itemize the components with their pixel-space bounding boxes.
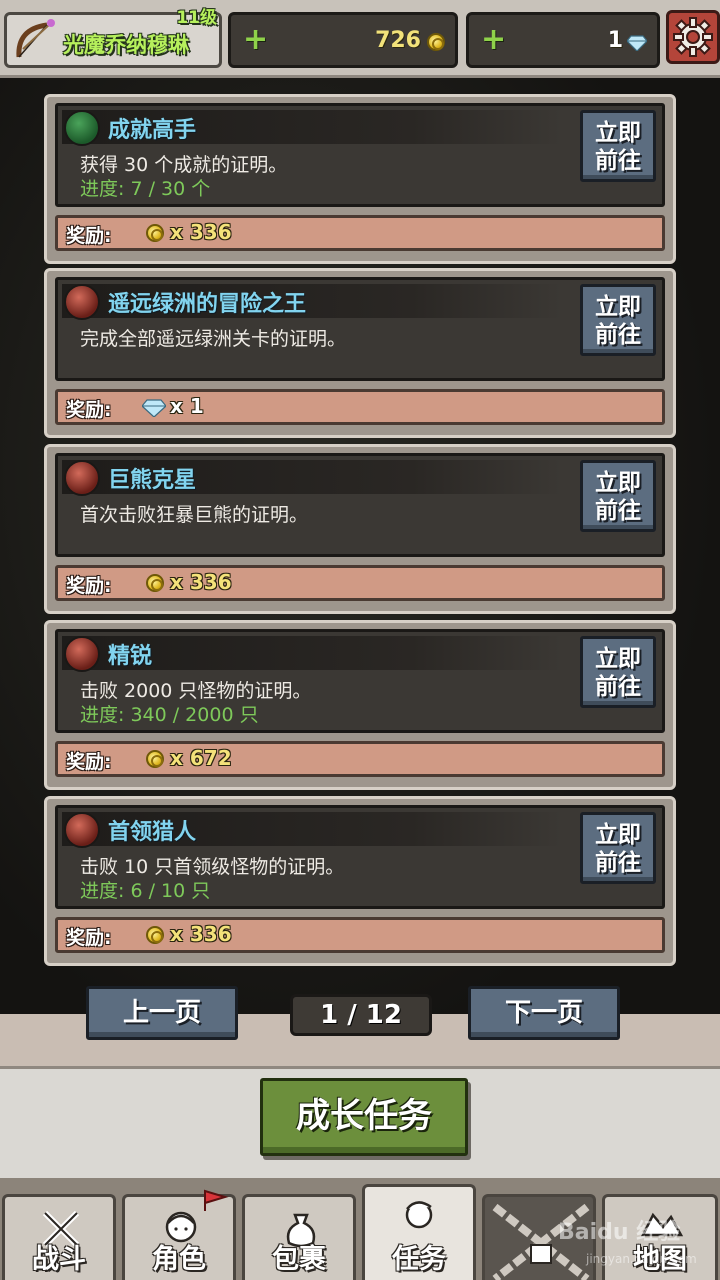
go-now-button[interactable]: 立即 前往 bbox=[580, 812, 656, 884]
gold-coin-icon bbox=[146, 224, 164, 242]
tab-battle[interactable]: 战斗 bbox=[2, 1194, 116, 1280]
quest-description: 击败 10 只首领级怪物的证明。 bbox=[80, 856, 345, 878]
reward-value: x 336 bbox=[170, 570, 232, 594]
gold-coin-icon bbox=[146, 750, 164, 768]
sword-icon bbox=[64, 284, 100, 320]
add-gold-icon[interactable]: + bbox=[243, 25, 268, 55]
go-now-button[interactable]: 立即 前往 bbox=[580, 110, 656, 182]
reward-label: 奖励: bbox=[66, 927, 112, 949]
quest-description: 首次击败狂暴巨熊的证明。 bbox=[80, 504, 309, 526]
tab-quest[interactable]: 任务 bbox=[362, 1184, 476, 1280]
quest-card: 遥远绿洲的冒险之王 完成全部遥远绿洲关卡的证明。 立即 前往 奖励: x 1 bbox=[44, 268, 676, 438]
quest-title: 成就高手 bbox=[108, 118, 197, 143]
go-label-line2: 前往 bbox=[595, 322, 641, 348]
tab-label: 角色 bbox=[152, 1244, 206, 1275]
gem-icon bbox=[142, 399, 166, 417]
quest-title: 巨熊克星 bbox=[108, 468, 197, 493]
quest-icon bbox=[405, 1201, 433, 1229]
go-label-line1: 立即 bbox=[595, 294, 641, 320]
watermark-text: Baidu 经验 bbox=[558, 1220, 681, 1245]
quest-card: 成就高手 获得 30 个成就的证明。 进度: 7 / 30 个 立即 前往 奖励:… bbox=[44, 94, 676, 264]
go-label-line1: 立即 bbox=[595, 470, 641, 496]
quest-title: 精锐 bbox=[108, 644, 153, 669]
go-label-line2: 前往 bbox=[595, 674, 641, 700]
top-bar: 光魔乔纳穆琳 11级 + 726 + 1 bbox=[0, 0, 720, 78]
quest-description: 击败 2000 只怪物的证明。 bbox=[80, 680, 312, 702]
gold-coin-icon bbox=[146, 926, 164, 944]
go-label-line1: 立即 bbox=[595, 120, 641, 146]
reward-label: 奖励: bbox=[66, 575, 112, 597]
settings-button[interactable] bbox=[666, 10, 720, 64]
gold-coin-icon bbox=[146, 574, 164, 592]
reward-label: 奖励: bbox=[66, 225, 112, 247]
sword-icon bbox=[64, 460, 100, 496]
quest-card: 巨熊克星 首次击败狂暴巨熊的证明。 立即 前往 奖励: x 336 bbox=[44, 444, 676, 614]
tab-label: 战斗 bbox=[32, 1244, 86, 1275]
quest-body: 精锐 击败 2000 只怪物的证明。 进度: 340 / 2000 只 立即 前往 bbox=[55, 629, 665, 733]
sword-icon bbox=[64, 812, 100, 848]
quest-body: 成就高手 获得 30 个成就的证明。 进度: 7 / 30 个 立即 前往 bbox=[55, 103, 665, 207]
go-label-line2: 前往 bbox=[595, 148, 641, 174]
gem-value: 1 bbox=[607, 28, 623, 53]
gold-currency[interactable]: + 726 bbox=[228, 12, 458, 68]
reward-value: x 336 bbox=[170, 220, 232, 244]
quest-card: 精锐 击败 2000 只怪物的证明。 进度: 340 / 2000 只 立即 前往… bbox=[44, 620, 676, 790]
quest-description: 完成全部遥远绿洲关卡的证明。 bbox=[80, 328, 347, 350]
alert-flag-icon bbox=[204, 1189, 229, 1211]
go-label-line2: 前往 bbox=[595, 498, 641, 524]
gem-icon bbox=[627, 35, 647, 51]
page-indicator: 1 / 12 bbox=[290, 994, 432, 1036]
quest-progress: 进度: 340 / 2000 只 bbox=[80, 704, 259, 726]
quest-card: 首领猎人 击败 10 只首领级怪物的证明。 进度: 6 / 10 只 立即 前往 … bbox=[44, 796, 676, 966]
quest-body: 巨熊克星 首次击败狂暴巨熊的证明。 立即 前往 bbox=[55, 453, 665, 557]
tab-label: 任务 bbox=[392, 1244, 446, 1275]
reward-bar: 奖励: x 336 bbox=[55, 565, 665, 601]
quest-title: 首领猎人 bbox=[108, 820, 197, 845]
quest-description: 获得 30 个成就的证明。 bbox=[80, 154, 288, 176]
quest-body: 首领猎人 击败 10 只首领级怪物的证明。 进度: 6 / 10 只 立即 前往 bbox=[55, 805, 665, 909]
gem-currency[interactable]: + 1 bbox=[466, 12, 660, 68]
reward-value: x 672 bbox=[170, 746, 232, 770]
quest-title: 遥远绿洲的冒险之王 bbox=[108, 292, 307, 317]
player-name: 光魔乔纳穆琳 bbox=[63, 33, 189, 57]
reward-label: 奖励: bbox=[66, 751, 112, 773]
gold-coin-icon bbox=[427, 33, 445, 51]
reward-value: x 336 bbox=[170, 922, 232, 946]
prev-page-button[interactable]: 上一页 bbox=[86, 986, 238, 1040]
next-page-button[interactable]: 下一页 bbox=[468, 986, 620, 1040]
reward-bar: 奖励: x 336 bbox=[55, 215, 665, 251]
quest-progress: 进度: 6 / 10 只 bbox=[80, 880, 211, 902]
quest-body: 遥远绿洲的冒险之王 完成全部遥远绿洲关卡的证明。 立即 前往 bbox=[55, 277, 665, 381]
player-panel[interactable]: 光魔乔纳穆琳 11级 bbox=[4, 8, 222, 68]
go-label-line1: 立即 bbox=[595, 822, 641, 848]
reward-label: 奖励: bbox=[66, 399, 112, 421]
quest-progress: 进度: 7 / 30 个 bbox=[80, 178, 211, 200]
go-now-button[interactable]: 立即 前往 bbox=[580, 636, 656, 708]
sword-icon bbox=[64, 636, 100, 672]
reward-bar: 奖励: x 672 bbox=[55, 741, 665, 777]
tab-character[interactable]: 角色 bbox=[122, 1189, 236, 1280]
gear-icon bbox=[673, 17, 713, 57]
go-label-line1: 立即 bbox=[595, 646, 641, 672]
tab-bag[interactable]: 包裹 bbox=[242, 1194, 356, 1280]
tab-label: 包裹 bbox=[272, 1244, 326, 1275]
hourglass-icon bbox=[64, 110, 100, 146]
growth-quest-button[interactable]: 成长任务 bbox=[260, 1078, 468, 1156]
go-label-line2: 前往 bbox=[595, 850, 641, 876]
go-now-button[interactable]: 立即 前往 bbox=[580, 284, 656, 356]
add-gem-icon[interactable]: + bbox=[481, 25, 506, 55]
player-level: 11级 bbox=[176, 8, 217, 28]
gold-value: 726 bbox=[375, 28, 421, 53]
reward-value: x 1 bbox=[170, 394, 204, 418]
watermark-subtext: jingyan.baidu.com bbox=[586, 1252, 697, 1266]
reward-bar: 奖励: x 1 bbox=[55, 389, 665, 425]
reward-bar: 奖励: x 336 bbox=[55, 917, 665, 953]
go-now-button[interactable]: 立即 前往 bbox=[580, 460, 656, 532]
bow-icon bbox=[16, 19, 55, 58]
